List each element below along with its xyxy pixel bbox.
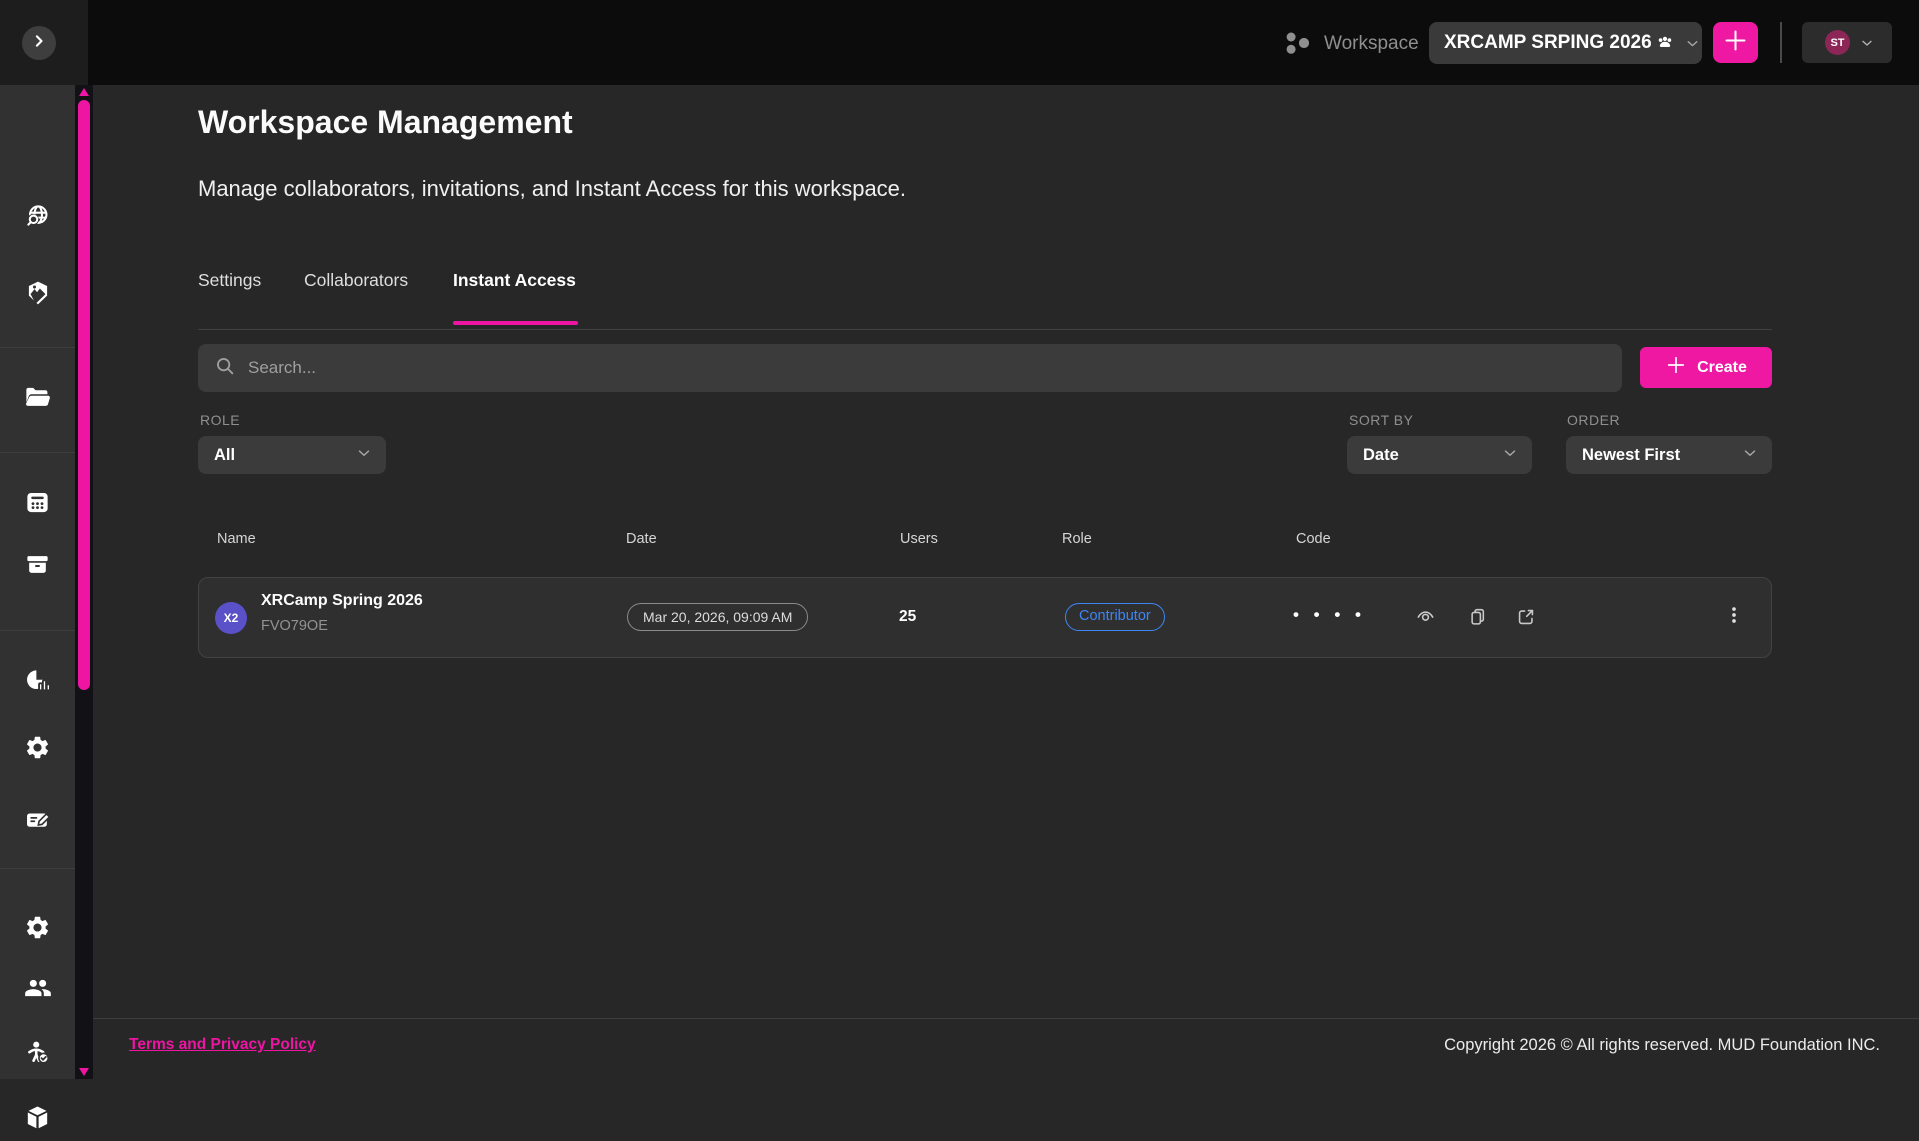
sidebar-item-archive[interactable] [17, 546, 59, 588]
sidebar-divider [0, 868, 75, 869]
topbar-divider [1780, 22, 1782, 63]
vertical-scrollbar[interactable] [75, 85, 93, 1079]
globe-search-icon [23, 203, 52, 237]
gear-icon [24, 734, 51, 766]
gear-icon [24, 914, 51, 946]
column-header-code: Code [1296, 531, 1331, 547]
apps-grid-icon [24, 489, 51, 521]
reveal-code-button[interactable] [1412, 606, 1438, 632]
users-icon [24, 974, 52, 1007]
role-filter-label: ROLE [200, 412, 240, 428]
sidebar-item-licenses[interactable] [17, 801, 59, 843]
row-masked-code: • • • • [1293, 605, 1366, 625]
column-header-users: Users [900, 531, 938, 547]
chevron-down-icon [1859, 35, 1875, 51]
create-button[interactable]: Create [1640, 347, 1772, 388]
profile-menu[interactable]: ST [1802, 22, 1892, 63]
analytics-pie-icon [24, 667, 52, 700]
row-users-count: 25 [899, 608, 916, 626]
sort-by-select[interactable]: Date [1347, 436, 1532, 474]
copy-code-button[interactable] [1465, 606, 1491, 632]
workspace-selector[interactable]: XRCAMP SRPING 2026 [1429, 22, 1702, 64]
package-box-icon [24, 1104, 51, 1136]
add-workspace-button[interactable] [1713, 22, 1758, 63]
role-filter-value: All [214, 446, 235, 465]
plus-icon [1722, 27, 1749, 59]
copy-icon [1467, 606, 1489, 633]
workspace-label: Workspace [1324, 33, 1419, 55]
chevron-right-icon [29, 31, 49, 56]
sidebar-divider [0, 347, 75, 348]
sort-by-value: Date [1363, 446, 1399, 465]
workspace-dots-icon [1282, 28, 1314, 63]
workspace-selector-value: XRCAMP SRPING 2026 [1444, 32, 1652, 54]
sidebar-item-assets[interactable] [17, 274, 59, 316]
footer-divider [93, 1018, 1919, 1019]
chevron-down-icon [1501, 444, 1519, 467]
copyright-text: Copyright 2026 © All rights reserved. MU… [1444, 1036, 1880, 1055]
archive-box-icon [24, 551, 51, 583]
sidebar-divider [0, 452, 75, 453]
sort-by-label: SORT BY [1349, 412, 1413, 428]
sidebar-expand-button[interactable] [22, 26, 56, 60]
order-select[interactable]: Newest First [1566, 436, 1772, 474]
tab-settings[interactable]: Settings [198, 270, 261, 291]
row-name: XRCamp Spring 2026 [261, 592, 423, 610]
order-label: ORDER [1567, 412, 1620, 428]
chevron-down-icon [1741, 444, 1759, 467]
sidebar-item-apps[interactable] [17, 484, 59, 526]
tab-instant-access[interactable]: Instant Access [453, 270, 576, 291]
row-menu-button[interactable] [1721, 604, 1747, 630]
folder-open-icon [23, 383, 52, 417]
sidebar-item-workspace-settings[interactable] [17, 729, 59, 771]
member-check-icon [24, 1039, 52, 1072]
terms-privacy-link[interactable]: Terms and Privacy Policy [129, 1036, 316, 1054]
scrollbar-thumb[interactable] [78, 100, 90, 690]
chevron-down-icon [1684, 35, 1701, 52]
role-filter-select[interactable]: All [198, 436, 386, 474]
sidebar-item-members[interactable] [17, 1034, 59, 1076]
members-icon [1654, 32, 1676, 54]
create-button-label: Create [1697, 359, 1747, 377]
search-box[interactable] [198, 344, 1622, 392]
tabs-divider [198, 329, 1772, 330]
sidebar-item-explore[interactable] [17, 199, 59, 241]
sidebar-item-packages[interactable] [17, 1099, 59, 1141]
asset-cube-icon [24, 279, 52, 312]
chevron-down-icon [355, 444, 373, 467]
sidebar-item-collaborators[interactable] [17, 969, 59, 1011]
page-subtitle: Manage collaborators, invitations, and I… [198, 176, 906, 202]
scroll-down-arrow[interactable] [79, 1068, 89, 1076]
active-tab-underline [453, 321, 578, 325]
row-access-code: FVO79OE [261, 618, 328, 634]
column-header-role: Role [1062, 531, 1092, 547]
row-avatar: X2 [215, 602, 247, 634]
row-role-badge: Contributor [1065, 603, 1165, 631]
scroll-up-arrow[interactable] [79, 88, 89, 96]
sidebar-item-projects[interactable] [17, 379, 59, 421]
order-value: Newest First [1582, 446, 1680, 465]
card-edit-icon [24, 806, 52, 839]
sidebar [0, 85, 75, 1079]
search-icon [214, 355, 236, 382]
table-row[interactable]: X2 XRCamp Spring 2026 FVO79OE Mar 20, 20… [198, 577, 1772, 658]
plus-icon [1665, 354, 1687, 381]
eye-icon [1414, 605, 1437, 633]
row-date-badge: Mar 20, 2026, 09:09 AM [627, 603, 808, 631]
open-link-button[interactable] [1513, 606, 1539, 632]
column-header-name: Name [217, 531, 256, 547]
top-bar: Workspace XRCAMP SRPING 2026 ST [0, 0, 1919, 85]
page-title: Workspace Management [198, 104, 573, 141]
search-input[interactable] [248, 358, 1548, 378]
column-header-date: Date [626, 531, 657, 547]
sidebar-item-analytics[interactable] [17, 662, 59, 704]
external-link-icon [1515, 606, 1537, 633]
tab-collaborators[interactable]: Collaborators [304, 270, 408, 291]
sidebar-divider [0, 630, 75, 631]
kebab-menu-icon [1723, 604, 1745, 631]
sidebar-item-settings[interactable] [17, 909, 59, 951]
profile-avatar: ST [1825, 30, 1850, 55]
